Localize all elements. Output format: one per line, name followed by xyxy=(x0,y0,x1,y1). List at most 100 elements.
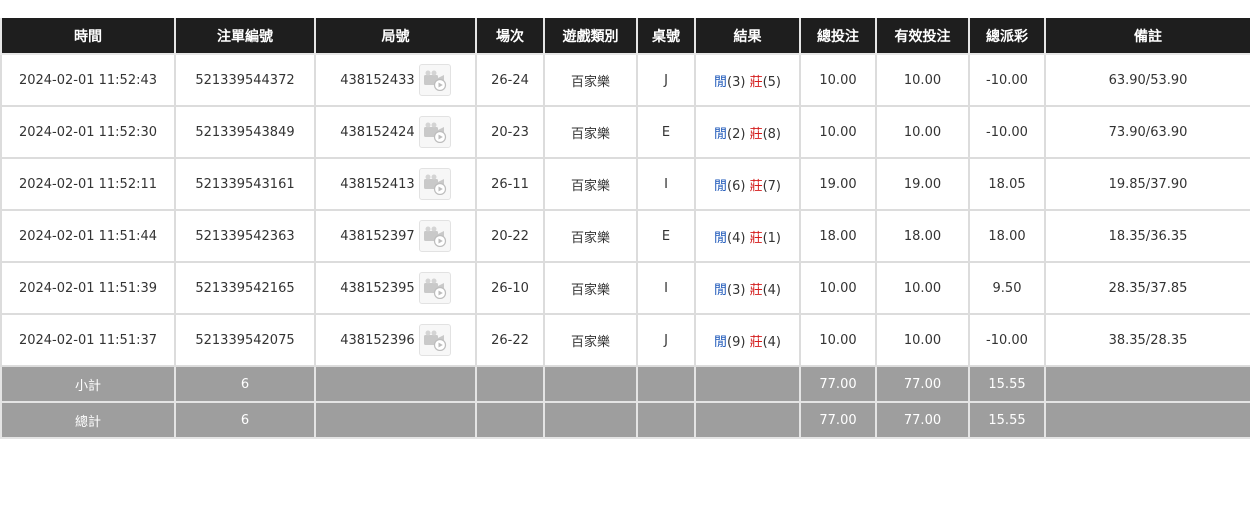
payout: -10.00 xyxy=(968,105,1046,159)
game-type: 百家樂 xyxy=(543,209,638,263)
session: 20-22 xyxy=(475,209,545,263)
round-number: 438152397 xyxy=(340,228,415,244)
result: 閒(6) 莊(7) xyxy=(694,157,801,211)
payout: -10.00 xyxy=(968,313,1046,367)
round-number: 438152396 xyxy=(340,332,415,348)
banker-label: 莊 xyxy=(749,126,763,142)
bet-time: 2024-02-01 11:52:30 xyxy=(0,105,176,159)
note: 18.35/36.35 xyxy=(1044,209,1250,263)
total-bet: 10.00 xyxy=(799,105,877,159)
table-number: E xyxy=(636,209,696,263)
empty-cell xyxy=(1044,365,1250,403)
note: 19.85/37.90 xyxy=(1044,157,1250,211)
player-score: (3) xyxy=(727,282,746,298)
bet-time: 2024-02-01 11:52:11 xyxy=(0,157,176,211)
player-score: (2) xyxy=(727,126,746,142)
note: 28.35/37.85 xyxy=(1044,261,1250,315)
player-label: 閒 xyxy=(713,126,727,142)
bet-id: 521339542165 xyxy=(174,261,316,315)
column-header-table: 桌號 xyxy=(636,18,696,55)
game-type: 百家樂 xyxy=(543,157,638,211)
round-cell: 438152433 xyxy=(314,53,477,107)
note: 63.90/53.90 xyxy=(1044,53,1250,107)
player-score: (6) xyxy=(727,178,746,194)
round-cell: 438152395 xyxy=(314,261,477,315)
result: 閒(3) 莊(5) xyxy=(694,53,801,107)
round-number: 438152424 xyxy=(340,124,415,140)
video-replay-button[interactable] xyxy=(418,64,451,96)
player-label: 閒 xyxy=(713,230,727,246)
table-row: 2024-02-01 11:51:39 521339542165 4381523… xyxy=(0,261,1250,315)
round-cell: 438152397 xyxy=(314,209,477,263)
table-number: I xyxy=(636,261,696,315)
video-camera-play-icon xyxy=(423,226,446,247)
empty-cell xyxy=(475,401,545,439)
valid-bet: 19.00 xyxy=(875,157,970,211)
column-header-note: 備註 xyxy=(1044,18,1250,55)
game-type: 百家樂 xyxy=(543,261,638,315)
empty-cell xyxy=(475,365,545,403)
player-score: (4) xyxy=(727,230,746,246)
video-replay-button[interactable] xyxy=(418,168,451,200)
bet-id: 521339544372 xyxy=(174,53,316,107)
bet-time: 2024-02-01 11:51:39 xyxy=(0,261,176,315)
column-header-payout: 總派彩 xyxy=(968,18,1046,55)
grand-total-payout: 15.55 xyxy=(968,401,1046,439)
valid-bet: 10.00 xyxy=(875,313,970,367)
table-number: I xyxy=(636,157,696,211)
round-number: 438152395 xyxy=(340,280,415,296)
valid-bet: 10.00 xyxy=(875,53,970,107)
banker-label: 莊 xyxy=(749,74,763,90)
player-label: 閒 xyxy=(713,74,727,90)
subtotal-total-bet: 77.00 xyxy=(799,365,877,403)
result: 閒(2) 莊(8) xyxy=(694,105,801,159)
game-type: 百家樂 xyxy=(543,105,638,159)
total-bet: 10.00 xyxy=(799,313,877,367)
banker-label: 莊 xyxy=(749,282,763,298)
game-type: 百家樂 xyxy=(543,53,638,107)
video-camera-play-icon xyxy=(423,278,446,299)
bet-records-table: 時間 注單編號 局號 場次 遊戲類別 桌號 結果 總投注 有效投注 總派彩 備註… xyxy=(0,18,1250,439)
banker-label: 莊 xyxy=(749,334,763,350)
player-score: (9) xyxy=(727,334,746,350)
session: 26-24 xyxy=(475,53,545,107)
column-header-total-bet: 總投注 xyxy=(799,18,877,55)
total-bet: 19.00 xyxy=(799,157,877,211)
table-row: 2024-02-01 11:51:37 521339542075 4381523… xyxy=(0,313,1250,367)
empty-cell xyxy=(694,365,801,403)
video-camera-play-icon xyxy=(423,330,446,351)
round-number: 438152413 xyxy=(340,176,415,192)
bet-id: 521339542363 xyxy=(174,209,316,263)
total-bet: 10.00 xyxy=(799,53,877,107)
video-camera-play-icon xyxy=(423,174,446,195)
column-header-result: 結果 xyxy=(694,18,801,55)
bet-time: 2024-02-01 11:52:43 xyxy=(0,53,176,107)
grand-total-total-bet: 77.00 xyxy=(799,401,877,439)
table-number: J xyxy=(636,53,696,107)
empty-cell xyxy=(314,365,477,403)
session: 26-11 xyxy=(475,157,545,211)
table-number: J xyxy=(636,313,696,367)
result: 閒(3) 莊(4) xyxy=(694,261,801,315)
grand-total-count: 6 xyxy=(174,401,316,439)
table-header-row: 時間 注單編號 局號 場次 遊戲類別 桌號 結果 總投注 有效投注 總派彩 備註 xyxy=(0,18,1250,55)
valid-bet: 10.00 xyxy=(875,261,970,315)
video-replay-button[interactable] xyxy=(418,220,451,252)
empty-cell xyxy=(314,401,477,439)
valid-bet: 10.00 xyxy=(875,105,970,159)
video-replay-button[interactable] xyxy=(418,116,451,148)
video-replay-button[interactable] xyxy=(418,272,451,304)
banker-label: 莊 xyxy=(749,230,763,246)
subtotal-row: 小計 6 77.00 77.00 15.55 xyxy=(0,365,1250,403)
bet-id: 521339543161 xyxy=(174,157,316,211)
table-body: 2024-02-01 11:52:43 521339544372 4381524… xyxy=(0,53,1250,367)
video-replay-button[interactable] xyxy=(418,324,451,356)
video-camera-play-icon xyxy=(423,70,446,91)
round-cell: 438152396 xyxy=(314,313,477,367)
empty-cell xyxy=(694,401,801,439)
table-number: E xyxy=(636,105,696,159)
game-type: 百家樂 xyxy=(543,313,638,367)
column-header-time: 時間 xyxy=(0,18,176,55)
banker-score: (8) xyxy=(762,126,781,142)
table-row: 2024-02-01 11:51:44 521339542363 4381523… xyxy=(0,209,1250,263)
